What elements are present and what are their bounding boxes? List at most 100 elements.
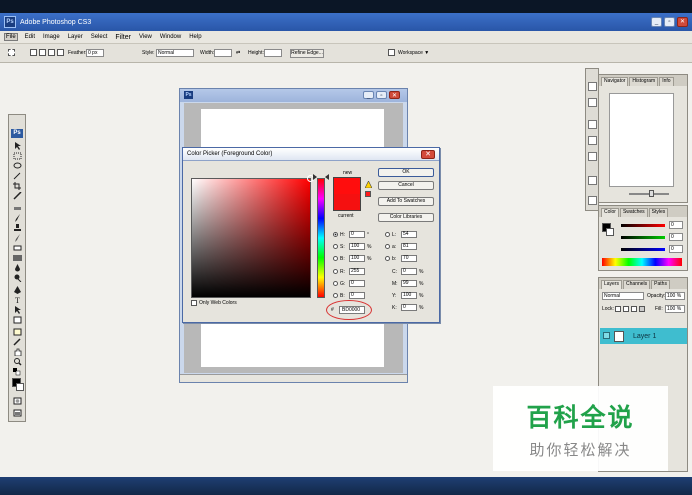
brushes-icon[interactable] bbox=[588, 120, 597, 129]
move-tool-icon[interactable] bbox=[13, 142, 22, 150]
gradient-tool-icon[interactable] bbox=[13, 254, 22, 262]
document-title-bar[interactable]: Ps _ ▫ ✕ bbox=[180, 89, 407, 102]
dodge-tool-icon[interactable] bbox=[13, 274, 22, 283]
hue-slider[interactable] bbox=[317, 178, 325, 298]
screen-mode-icon[interactable] bbox=[13, 409, 22, 417]
current-color-swatch[interactable] bbox=[333, 194, 361, 211]
tab-histogram[interactable]: Histogram bbox=[629, 77, 659, 86]
blue-channel-slider[interactable] bbox=[621, 248, 665, 251]
menu-image[interactable]: Image bbox=[42, 34, 61, 40]
lab-b-radio[interactable] bbox=[385, 256, 390, 261]
green-radio[interactable] bbox=[333, 281, 338, 286]
tool-presets-icon[interactable] bbox=[588, 136, 597, 145]
quick-mask-icon[interactable] bbox=[13, 397, 22, 405]
tab-channels[interactable]: Channels bbox=[623, 280, 651, 289]
navigator-zoom-handle[interactable] bbox=[649, 190, 654, 197]
history-brush-icon[interactable] bbox=[13, 234, 22, 242]
green-channel-input[interactable]: 0 bbox=[669, 233, 683, 241]
menu-filter[interactable]: Filter bbox=[114, 34, 132, 41]
doc-minimize-button[interactable]: _ bbox=[363, 91, 374, 99]
hue-input[interactable]: 0 bbox=[349, 231, 365, 238]
lab-a-input[interactable]: 81 bbox=[401, 243, 417, 250]
intersect-selection-icon[interactable] bbox=[57, 49, 64, 56]
menu-select[interactable]: Select bbox=[90, 34, 109, 40]
magic-wand-icon[interactable] bbox=[13, 172, 22, 180]
eraser-tool-icon[interactable] bbox=[13, 244, 22, 252]
menu-file[interactable]: File bbox=[4, 33, 18, 41]
color-ramp[interactable] bbox=[602, 258, 682, 266]
tab-info[interactable]: Info bbox=[659, 77, 674, 86]
red-channel-slider[interactable] bbox=[621, 224, 665, 227]
web-safe-swatch-icon[interactable] bbox=[365, 191, 371, 197]
tab-swatches[interactable]: Swatches bbox=[619, 208, 648, 217]
saturation-input[interactable]: 100 bbox=[349, 243, 365, 250]
blend-mode-select[interactable]: Normal bbox=[602, 292, 644, 300]
lab-l-radio[interactable] bbox=[385, 232, 390, 237]
magenta-input[interactable]: 99 bbox=[401, 280, 417, 287]
tab-color[interactable]: Color bbox=[601, 208, 619, 217]
blue-input[interactable]: 0 bbox=[349, 292, 365, 299]
lab-a-radio[interactable] bbox=[385, 244, 390, 249]
gamut-warning-icon[interactable] bbox=[364, 180, 373, 190]
lock-pixels-icon[interactable] bbox=[623, 306, 629, 312]
height-input[interactable] bbox=[264, 49, 282, 57]
opacity-input[interactable]: 100 % bbox=[665, 292, 685, 300]
fill-input[interactable]: 100 % bbox=[665, 305, 685, 313]
tab-layers[interactable]: Layers bbox=[601, 280, 623, 289]
close-button[interactable]: ✕ bbox=[677, 17, 688, 27]
brightness-radio[interactable] bbox=[333, 256, 338, 261]
blue-radio[interactable] bbox=[333, 293, 338, 298]
brush-tool-icon[interactable] bbox=[13, 214, 22, 222]
color-field[interactable] bbox=[191, 175, 314, 298]
brightness-input[interactable]: 100 bbox=[349, 255, 365, 262]
color-libraries-button[interactable]: Color Libraries bbox=[378, 213, 434, 222]
blue-channel-input[interactable]: 0 bbox=[669, 245, 683, 253]
eyedropper-icon[interactable] bbox=[13, 338, 22, 346]
marquee-tool-icon[interactable] bbox=[13, 152, 22, 160]
navigator-thumbnail[interactable] bbox=[609, 93, 674, 187]
healing-brush-icon[interactable] bbox=[13, 204, 22, 212]
layer-visibility-icon[interactable] bbox=[603, 332, 610, 339]
marquee-tool-icon[interactable] bbox=[8, 49, 15, 56]
tab-paths[interactable]: Paths bbox=[651, 280, 670, 289]
clone-stamp-icon[interactable] bbox=[13, 224, 22, 232]
red-radio[interactable] bbox=[333, 269, 338, 274]
blur-tool-icon[interactable] bbox=[13, 264, 22, 272]
cyan-input[interactable]: 0 bbox=[401, 268, 417, 275]
new-selection-icon[interactable] bbox=[30, 49, 37, 56]
default-colors-icon[interactable] bbox=[13, 368, 22, 376]
lab-l-input[interactable]: 54 bbox=[401, 231, 417, 238]
green-input[interactable]: 0 bbox=[349, 280, 365, 287]
menu-view[interactable]: View bbox=[138, 34, 153, 40]
paragraph-icon[interactable] bbox=[588, 196, 597, 205]
lock-all-icon[interactable] bbox=[639, 306, 645, 312]
menu-layer[interactable]: Layer bbox=[67, 34, 84, 40]
lock-position-icon[interactable] bbox=[631, 306, 637, 312]
width-input[interactable] bbox=[214, 49, 232, 57]
background-color-swatch[interactable] bbox=[16, 383, 24, 391]
dialog-close-button[interactable]: ✕ bbox=[421, 150, 435, 159]
ok-button[interactable]: OK bbox=[378, 168, 434, 177]
hue-slider-arrow-icon[interactable] bbox=[313, 174, 329, 182]
layer-row-layer-1[interactable]: Layer 1 bbox=[600, 328, 687, 344]
menu-window[interactable]: Window bbox=[159, 34, 182, 40]
style-select[interactable]: Normal bbox=[156, 49, 194, 57]
red-input[interactable]: 255 bbox=[349, 268, 365, 275]
subtract-selection-icon[interactable] bbox=[48, 49, 55, 56]
yellow-input[interactable]: 100 bbox=[401, 292, 417, 299]
only-web-colors-checkbox[interactable] bbox=[191, 300, 197, 306]
layer-comps-icon[interactable] bbox=[588, 152, 597, 161]
lab-b-input[interactable]: 70 bbox=[401, 255, 417, 262]
saturation-radio[interactable] bbox=[333, 244, 338, 249]
navigator-icon[interactable] bbox=[588, 82, 597, 91]
lasso-tool-icon[interactable] bbox=[13, 162, 22, 170]
tab-styles[interactable]: Styles bbox=[648, 208, 669, 217]
history-icon[interactable] bbox=[588, 98, 597, 107]
swap-icon[interactable]: ⇄ bbox=[236, 50, 240, 56]
pen-tool-icon[interactable] bbox=[13, 286, 22, 294]
slice-tool-icon[interactable] bbox=[13, 191, 22, 200]
workspace-menu[interactable]: Workspace ▼ bbox=[398, 50, 429, 56]
panel-background-swatch[interactable] bbox=[606, 228, 614, 236]
minimize-button[interactable]: _ bbox=[651, 17, 662, 27]
path-selection-icon[interactable] bbox=[13, 306, 22, 314]
